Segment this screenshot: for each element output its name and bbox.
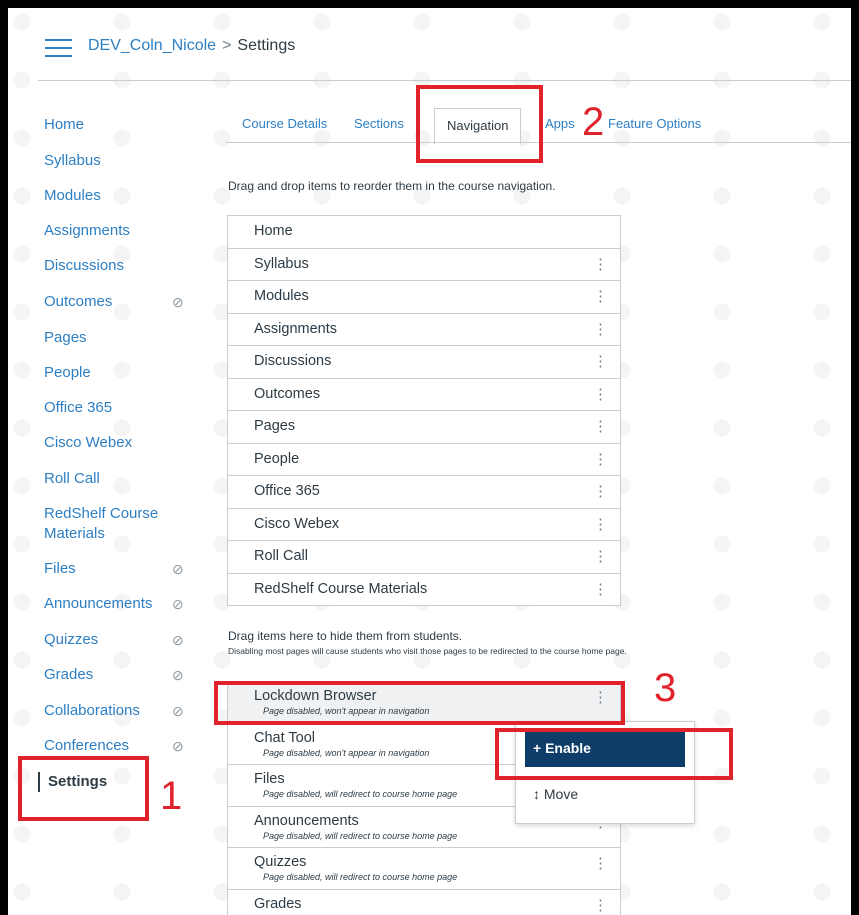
- kebab-menu-icon[interactable]: ⋮: [593, 896, 608, 914]
- sidebar-item-files[interactable]: Files ⊘: [44, 559, 204, 579]
- sidebar-item-cisco-webex[interactable]: Cisco Webex: [44, 433, 204, 453]
- tab-apps[interactable]: Apps: [545, 116, 575, 131]
- nav-row-cisco-webex[interactable]: Cisco Webex ⋮: [228, 509, 620, 541]
- hidden-eye-icon: ⊘: [172, 294, 184, 310]
- breadcrumb-current: Settings: [237, 37, 296, 54]
- hidden-eye-icon: ⊘: [172, 738, 184, 754]
- hidden-items-note: Disabling most pages will cause students…: [228, 646, 627, 656]
- breadcrumb-course-link[interactable]: DEV_Coln_Nicole: [88, 37, 216, 54]
- nav-row-people[interactable]: People ⋮: [228, 444, 620, 476]
- tab-feature-options[interactable]: Feature Options: [608, 116, 701, 131]
- nav-row-pages[interactable]: Pages ⋮: [228, 411, 620, 444]
- nav-row-modules[interactable]: Modules ⋮: [228, 281, 620, 314]
- hidden-eye-icon: ⊘: [172, 667, 184, 683]
- enabled-navigation-list: Home Syllabus ⋮ Modules ⋮ Assignments ⋮ Dis…: [227, 215, 621, 606]
- kebab-menu-icon[interactable]: ⋮: [593, 287, 608, 305]
- sidebar-item-collaborations[interactable]: Collaborations ⊘: [44, 701, 204, 721]
- kebab-menu-icon[interactable]: ⋮: [593, 854, 608, 872]
- sidebar-item-people[interactable]: People: [44, 363, 204, 383]
- kebab-menu-icon[interactable]: ⋮: [593, 385, 608, 403]
- nav-row-outcomes[interactable]: Outcomes ⋮: [228, 379, 620, 411]
- nav-row-home[interactable]: Home: [228, 216, 620, 249]
- hidden-eye-icon: ⊘: [172, 632, 184, 648]
- kebab-menu-icon[interactable]: ⋮: [593, 320, 608, 338]
- top-divider: [38, 80, 851, 81]
- hidden-eye-icon: ⊘: [172, 596, 184, 612]
- kebab-menu-icon[interactable]: ⋮: [593, 515, 608, 533]
- reorder-instructions: Drag and drop items to reorder them in t…: [228, 179, 556, 193]
- sidebar-item-pages[interactable]: Pages: [44, 328, 204, 348]
- sidebar-item-assignments[interactable]: Assignments: [44, 221, 204, 241]
- sidebar-item-office-365[interactable]: Office 365: [44, 398, 204, 418]
- nav-row-assignments[interactable]: Assignments ⋮: [228, 314, 620, 346]
- kebab-menu-icon[interactable]: ⋮: [593, 547, 608, 565]
- hidden-items-heading: Drag items here to hide them from studen…: [228, 629, 463, 643]
- nav-row-discussions[interactable]: Discussions ⋮: [228, 346, 620, 379]
- annotation-box-enable: [495, 728, 733, 780]
- kebab-menu-icon[interactable]: ⋮: [593, 580, 608, 598]
- hidden-eye-icon: ⊘: [172, 561, 184, 577]
- kebab-menu-icon[interactable]: ⋮: [593, 482, 608, 500]
- top-bar: DEV_Coln_Nicole > Settings: [8, 8, 851, 88]
- annotation-number-1: 1: [160, 774, 183, 818]
- hidden-eye-icon: ⊘: [172, 703, 184, 719]
- kebab-menu-icon[interactable]: ⋮: [593, 450, 608, 468]
- tab-sections[interactable]: Sections: [354, 116, 404, 131]
- kebab-menu-icon[interactable]: ⋮: [593, 255, 608, 273]
- annotation-box-navigation-tab: [416, 85, 543, 163]
- nav-row-office-365[interactable]: Office 365 ⋮: [228, 476, 620, 509]
- sidebar-item-quizzes[interactable]: Quizzes ⊘: [44, 630, 204, 650]
- annotation-number-2: 2: [582, 100, 605, 144]
- annotation-box-lockdown-browser: [214, 681, 625, 725]
- breadcrumb: DEV_Coln_Nicole > Settings: [88, 37, 295, 55]
- sidebar-item-outcomes[interactable]: Outcomes ⊘: [44, 292, 204, 312]
- nav-row-roll-call[interactable]: Roll Call ⋮: [228, 541, 620, 574]
- annotation-box-settings: [18, 756, 149, 821]
- move-menu-item[interactable]: ↕ Move: [525, 780, 685, 810]
- sidebar-item-conferences[interactable]: Conferences ⊘: [44, 736, 204, 756]
- breadcrumb-separator: >: [222, 37, 232, 54]
- sidebar-item-home[interactable]: Home: [44, 115, 204, 135]
- hidden-row-grades[interactable]: Grades ⋮: [228, 890, 620, 915]
- sidebar-item-discussions[interactable]: Discussions: [44, 256, 204, 276]
- sidebar-item-syllabus[interactable]: Syllabus: [44, 151, 204, 171]
- nav-row-redshelf[interactable]: RedShelf Course Materials ⋮: [228, 574, 620, 606]
- sidebar-item-grades[interactable]: Grades ⊘: [44, 665, 204, 685]
- annotation-number-3: 3: [654, 666, 677, 710]
- hidden-row-quizzes[interactable]: Quizzes Page disabled, will redirect to c…: [228, 848, 620, 890]
- sidebar-item-redshelf[interactable]: RedShelf Course Materials: [44, 504, 174, 544]
- kebab-menu-icon[interactable]: ⋮: [593, 417, 608, 435]
- kebab-menu-icon[interactable]: ⋮: [593, 352, 608, 370]
- sidebar-item-announcements[interactable]: Announcements ⊘: [44, 594, 204, 614]
- nav-row-syllabus[interactable]: Syllabus ⋮: [228, 249, 620, 281]
- hamburger-menu-icon[interactable]: [45, 39, 72, 57]
- sidebar-item-modules[interactable]: Modules: [44, 186, 204, 206]
- sidebar-item-roll-call[interactable]: Roll Call: [44, 469, 204, 489]
- screenshot-frame: DEV_Coln_Nicole > Settings Home Syllabus M…: [8, 8, 851, 915]
- tab-course-details[interactable]: Course Details: [242, 116, 327, 131]
